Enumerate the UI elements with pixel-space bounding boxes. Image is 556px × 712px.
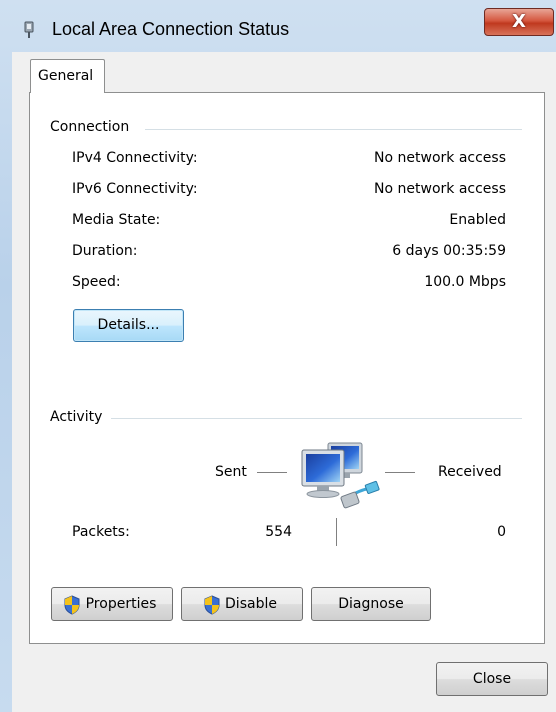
sent-label: Sent [215,464,247,480]
packets-label: Packets: [72,524,130,540]
ipv4-label: IPv4 Connectivity: [72,150,198,166]
ipv6-label: IPv6 Connectivity: [72,181,198,197]
disable-label: Disable [225,596,277,612]
media-state-label: Media State: [72,212,161,228]
uac-shield-icon [204,595,220,615]
title-bar[interactable]: Local Area Connection Status X [0,0,556,52]
speed-value: 100.0 Mbps [424,274,506,290]
sent-line [257,472,287,473]
details-button[interactable]: Details... [73,309,184,342]
tab-label: General [38,68,94,84]
general-tab-panel [29,92,545,644]
network-adapter-icon [24,21,34,38]
packets-received-value: 0 [497,524,506,540]
connection-divider [145,129,522,130]
connection-heading: Connection [50,119,130,135]
close-window-button[interactable]: X [484,8,554,36]
received-line [385,472,415,473]
packets-divider [336,518,337,546]
activity-heading: Activity [50,409,103,425]
duration-value: 6 days 00:35:59 [392,243,506,259]
received-label: Received [438,464,502,480]
diagnose-button[interactable]: Diagnose [311,587,431,621]
network-computers-icon [301,442,380,509]
packets-sent-value: 554 [265,524,292,540]
speed-label: Speed: [72,274,121,290]
close-button[interactable]: Close [436,662,548,696]
properties-button[interactable]: Properties [51,587,173,621]
duration-label: Duration: [72,243,138,259]
ipv4-value: No network access [374,150,506,166]
media-state-value: Enabled [449,212,506,228]
tab-general[interactable]: General [30,59,105,93]
window-title: Local Area Connection Status [52,19,290,39]
activity-divider [111,418,522,419]
disable-button[interactable]: Disable [181,587,303,621]
properties-label: Properties [85,596,157,612]
uac-shield-icon [64,595,80,615]
ipv6-value: No network access [374,181,506,197]
